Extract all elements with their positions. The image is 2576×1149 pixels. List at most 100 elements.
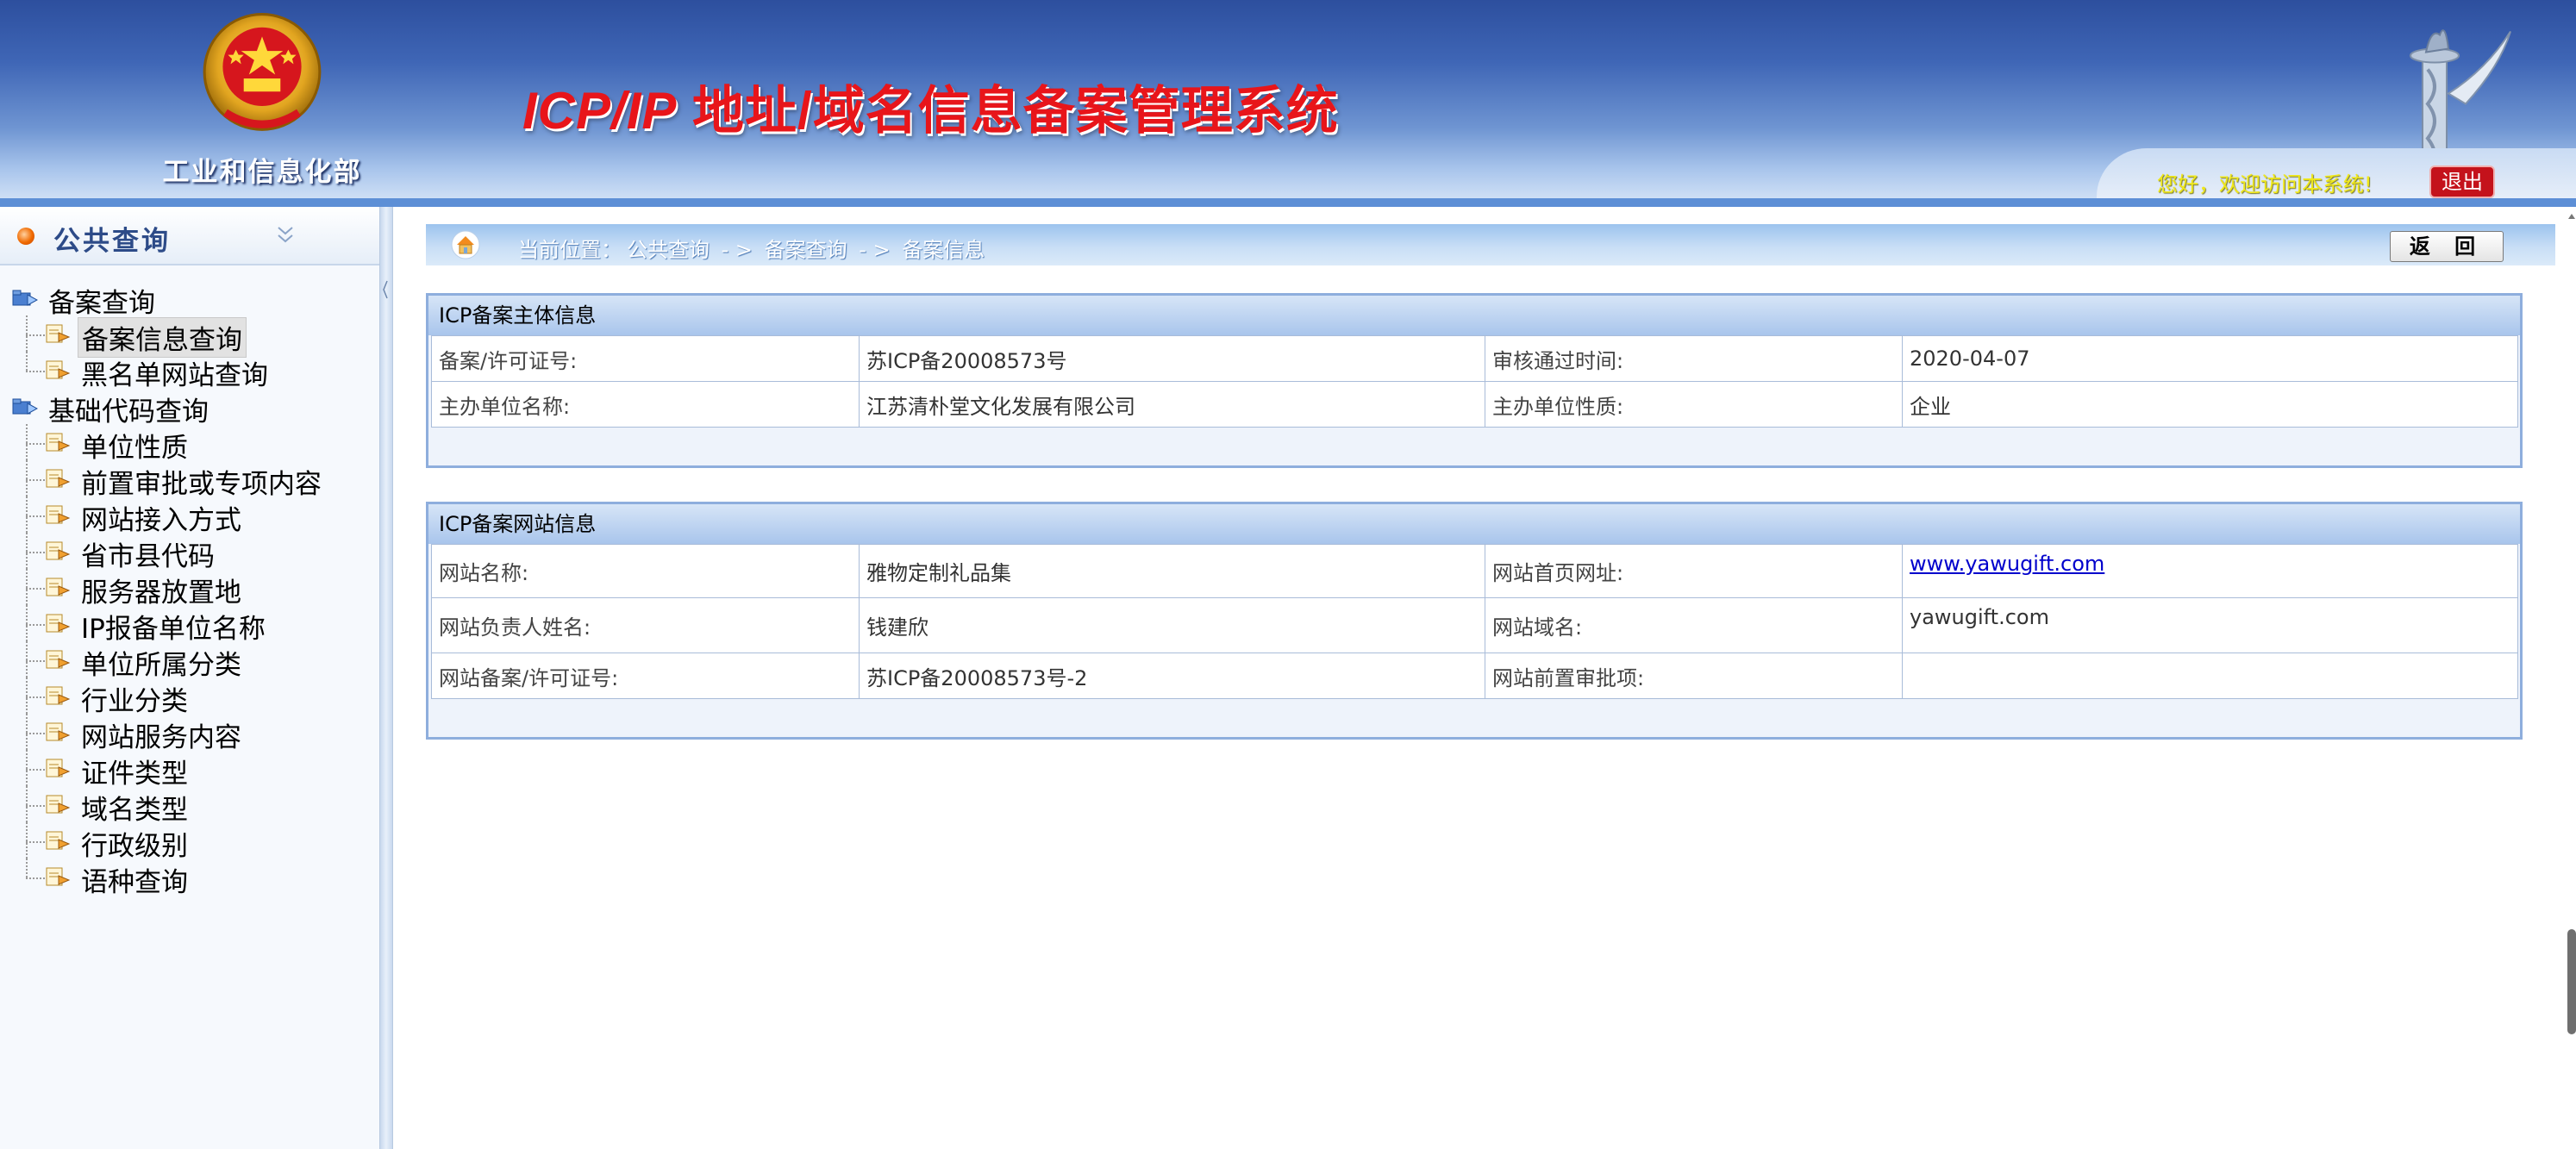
tree-item-label[interactable]: 域名类型	[78, 788, 191, 827]
breadcrumb-separator: - >	[852, 238, 897, 262]
tree-item-label[interactable]: 服务器放置地	[78, 571, 245, 609]
field-label: 主办单位名称:	[431, 381, 860, 428]
tree-connector	[26, 533, 45, 569]
page-arrow-icon	[45, 576, 71, 598]
page-arrow-icon	[45, 503, 71, 526]
tree-item-label[interactable]: 语种查询	[78, 860, 191, 899]
tree-item-label[interactable]: 行业分类	[78, 679, 191, 718]
table-row: 网站备案/许可证号: 苏ICP备20008573号-2 网站前置审批项:	[431, 653, 2518, 699]
tree-item[interactable]: IP报备单位名称	[0, 605, 379, 645]
tree-item[interactable]: 黑名单网站查询	[0, 352, 379, 391]
home-icon[interactable]	[450, 229, 481, 260]
field-value: 2020-04-07	[1902, 335, 2518, 382]
page-arrow-icon	[45, 757, 71, 779]
breadcrumb-prefix: 当前位置：	[518, 238, 622, 262]
tree-connector	[26, 424, 45, 460]
sidebar-splitter[interactable]	[379, 207, 393, 1149]
tree-item-label[interactable]: IP报备单位名称	[78, 607, 269, 646]
collapse-arrow-icon[interactable]	[382, 272, 389, 307]
field-value	[1902, 653, 2518, 699]
tree-item[interactable]: 备案信息查询	[0, 315, 379, 358]
field-value: 雅物定制礼品集	[859, 544, 1485, 598]
field-value: 江苏清朴堂文化发展有限公司	[859, 381, 1485, 428]
tree-item[interactable]: 语种查询	[0, 859, 379, 898]
tree-item-label[interactable]: 黑名单网站查询	[78, 353, 272, 392]
breadcrumb-separator: - >	[715, 238, 760, 262]
page-arrow-icon	[45, 684, 71, 707]
folder-arrow-icon	[12, 288, 39, 309]
breadcrumb-level-1: 公共查询	[627, 238, 710, 262]
page-arrow-icon	[45, 612, 71, 634]
page-arrow-icon	[45, 648, 71, 671]
subject-info-panel: ICP备案主体信息 备案/许可证号: 苏ICP备20008573号 审核通过时间…	[426, 293, 2523, 468]
scrollbar-thumb[interactable]	[2567, 929, 2576, 1034]
panel-title: ICP备案主体信息	[428, 296, 2520, 335]
tree-connector	[26, 641, 45, 678]
tree-group[interactable]: 备案查询	[0, 279, 379, 319]
field-label: 网站备案/许可证号:	[431, 653, 860, 699]
tree-item-label[interactable]: 基础代码查询	[45, 390, 212, 428]
tree-item-label[interactable]: 证件类型	[78, 752, 191, 790]
page-arrow-icon	[45, 322, 71, 345]
tree-item[interactable]: 行政级别	[0, 822, 379, 862]
tree-connector	[26, 822, 45, 859]
page-arrow-icon	[45, 793, 71, 815]
tree-connector	[26, 315, 45, 352]
sidebar: 公共查询 备案查询 备案信息查询 黑名单网站查询 基础代码查询 单位性质 前置审批或专项内…	[0, 207, 379, 1149]
header-bottom-rule	[0, 198, 2576, 207]
table-row: 网站名称: 雅物定制礼品集 网站首页网址: www.yawugift.com	[431, 544, 2518, 598]
field-label: 网站首页网址:	[1485, 544, 1903, 598]
field-label: 网站前置审批项:	[1485, 653, 1903, 699]
tree-connector	[26, 569, 45, 605]
page-arrow-icon	[45, 359, 71, 381]
page-arrow-icon	[45, 431, 71, 453]
orange-dot-icon	[17, 228, 34, 245]
tree-item-label[interactable]: 备案查询	[45, 281, 159, 320]
tree-connector	[26, 605, 45, 641]
breadcrumb-level-3: 备案信息	[902, 238, 985, 262]
tree-item[interactable]: 网站服务内容	[0, 714, 379, 753]
welcome-text: 您好，欢迎访问本系统!	[2157, 172, 2373, 197]
tree-item-label[interactable]: 网站服务内容	[78, 715, 245, 754]
tree-connector	[26, 750, 45, 786]
sidebar-title: 公共查询	[53, 226, 171, 257]
tree-item-label[interactable]: 网站接入方式	[78, 498, 245, 537]
tree-item[interactable]: 网站接入方式	[0, 496, 379, 536]
panel-footer	[428, 699, 2520, 737]
tree-connector	[26, 859, 45, 895]
tree-item-label[interactable]: 前置审批或专项内容	[78, 462, 325, 501]
national-emblem-icon	[203, 13, 322, 131]
tree-item-label[interactable]: 单位性质	[78, 426, 191, 465]
tree-item[interactable]: 行业分类	[0, 678, 379, 717]
field-label: 审核通过时间:	[1485, 335, 1903, 382]
subject-info-table: 备案/许可证号: 苏ICP备20008573号 审核通过时间: 2020-04-…	[431, 335, 2518, 428]
tree-item[interactable]: 省市县代码	[0, 533, 379, 572]
table-row: 主办单位名称: 江苏清朴堂文化发展有限公司 主办单位性质: 企业	[431, 381, 2518, 428]
sidebar-header: 公共查询	[0, 207, 379, 265]
tree-item[interactable]: 单位所属分类	[0, 641, 379, 681]
tree-connector	[26, 678, 45, 714]
tree-connector	[26, 352, 45, 388]
back-button[interactable]: 返 回	[2390, 231, 2504, 262]
chevron-double-down-icon[interactable]	[272, 222, 298, 248]
breadcrumb-level-2: 备案查询	[764, 238, 847, 262]
nav-tree: 备案查询 备案信息查询 黑名单网站查询 基础代码查询 单位性质 前置审批或专项内容 网站接入…	[0, 279, 379, 898]
scroll-up-icon[interactable]	[2567, 212, 2576, 221]
field-value: www.yawugift.com	[1902, 544, 2518, 598]
tree-item[interactable]: 域名类型	[0, 786, 379, 826]
tree-item[interactable]: 证件类型	[0, 750, 379, 790]
breadcrumb: 当前位置： 公共查询 - > 备案查询 - > 备案信息	[518, 233, 990, 263]
tree-item-label[interactable]: 行政级别	[78, 824, 191, 863]
tree-group[interactable]: 基础代码查询	[0, 388, 379, 428]
field-value: 企业	[1902, 381, 2518, 428]
tree-item[interactable]: 前置审批或专项内容	[0, 460, 379, 500]
field-value: 苏ICP备20008573号-2	[859, 653, 1485, 699]
homepage-url-link[interactable]: www.yawugift.com	[1910, 552, 2104, 576]
tree-item-label[interactable]: 省市县代码	[78, 534, 218, 573]
tree-item[interactable]: 服务器放置地	[0, 569, 379, 609]
tree-item-label[interactable]: 单位所属分类	[78, 643, 245, 682]
website-info-table: 网站名称: 雅物定制礼品集 网站首页网址: www.yawugift.com 网…	[431, 544, 2518, 699]
field-value: 苏ICP备20008573号	[859, 335, 1485, 382]
logout-button[interactable]: 退出	[2429, 165, 2495, 198]
tree-item[interactable]: 单位性质	[0, 424, 379, 464]
